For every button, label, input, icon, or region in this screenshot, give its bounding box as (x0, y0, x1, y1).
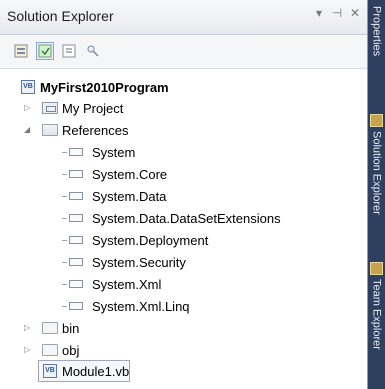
reference-icon (62, 232, 88, 248)
reference-label: System (92, 144, 136, 160)
solution-tree: VB MyFirst2010Program ▷ My Project ◢ Ref… (0, 69, 367, 389)
reference-icon (62, 144, 88, 160)
reference-item[interactable]: System.Security (62, 252, 186, 272)
vb-file-icon: VB (42, 363, 58, 379)
view-code-icon[interactable] (60, 42, 78, 60)
reference-item[interactable]: System.Data.DataSetExtensions (62, 208, 281, 228)
reference-icon (62, 254, 88, 270)
solution-explorer-tab-label: Solution Explorer (370, 131, 383, 215)
reference-label: System.Xml.Linq (92, 298, 190, 314)
toolbar (0, 35, 367, 69)
expand-arrow-icon[interactable]: ▷ (24, 104, 32, 112)
team-explorer-tab-label: Team Explorer (370, 279, 383, 350)
team-explorer-tab[interactable]: Team Explorer (368, 262, 385, 382)
tree-item-obj[interactable]: obj (42, 340, 79, 360)
reference-label: System.Deployment (92, 232, 209, 248)
reference-item[interactable]: System.Xml (62, 274, 161, 294)
reference-label: System.Data.DataSetExtensions (92, 210, 281, 226)
title-bar: Solution Explorer ▾ ⊣ ✕ (0, 0, 367, 35)
properties-tab-label: Properties (370, 6, 383, 57)
reference-item[interactable]: System.Xml.Linq (62, 296, 190, 316)
right-dock-tabs: Properties Solution Explorer Team Explor… (368, 0, 385, 389)
reference-item[interactable]: System (62, 142, 135, 162)
tree-item-project-root[interactable]: VB MyFirst2010Program (20, 77, 169, 97)
tree-item-bin[interactable]: bin (42, 318, 79, 338)
reference-item[interactable]: System.Core (62, 164, 167, 184)
collapse-arrow-icon[interactable]: ◢ (24, 126, 32, 134)
reference-label: System.Security (92, 254, 186, 270)
close-icon[interactable]: ✕ (348, 6, 362, 20)
tree-item-label: bin (62, 320, 80, 336)
tree-item-my-project[interactable]: My Project (42, 98, 123, 118)
solution-explorer-icon (370, 114, 383, 127)
solution-explorer-tab[interactable]: Solution Explorer (368, 114, 385, 254)
view-class-diagram-icon[interactable] (84, 42, 102, 60)
reference-icon (62, 298, 88, 314)
tree-item-label: obj (62, 342, 80, 358)
vb-project-icon: VB (20, 79, 36, 95)
tree-item-module1[interactable]: VB Module1.vb (38, 360, 130, 382)
pin-dropdown-icon[interactable]: ▾ (312, 6, 326, 20)
reference-icon (62, 210, 88, 226)
team-explorer-icon (370, 262, 383, 275)
my-project-icon (42, 100, 58, 116)
tree-item-label: My Project (62, 100, 124, 116)
show-all-files-icon[interactable] (36, 42, 54, 60)
expand-arrow-icon[interactable]: ▷ (24, 324, 32, 332)
properties-tab[interactable]: Properties (368, 6, 385, 106)
expand-arrow-icon[interactable]: ▷ (24, 346, 32, 354)
reference-icon (62, 276, 88, 292)
solution-explorer-panel: Solution Explorer ▾ ⊣ ✕ VB MyFirst2010Pr… (0, 0, 368, 389)
tree-item-references[interactable]: References (42, 120, 128, 140)
reference-label: System.Xml (92, 276, 162, 292)
references-folder-icon (42, 122, 58, 138)
reference-label: System.Core (92, 166, 168, 182)
tree-item-label: References (62, 122, 129, 138)
reference-icon (62, 166, 88, 182)
panel-title: Solution Explorer (7, 8, 114, 24)
reference-item[interactable]: System.Data (62, 186, 166, 206)
tree-item-label: Module1.vb (62, 363, 130, 379)
folder-icon (42, 342, 58, 358)
properties-icon[interactable] (12, 42, 30, 60)
auto-hide-icon[interactable]: ⊣ (330, 6, 344, 20)
reference-label: System.Data (92, 188, 167, 204)
reference-item[interactable]: System.Deployment (62, 230, 208, 250)
project-name: MyFirst2010Program (40, 79, 169, 95)
folder-icon (42, 320, 58, 336)
reference-icon (62, 188, 88, 204)
